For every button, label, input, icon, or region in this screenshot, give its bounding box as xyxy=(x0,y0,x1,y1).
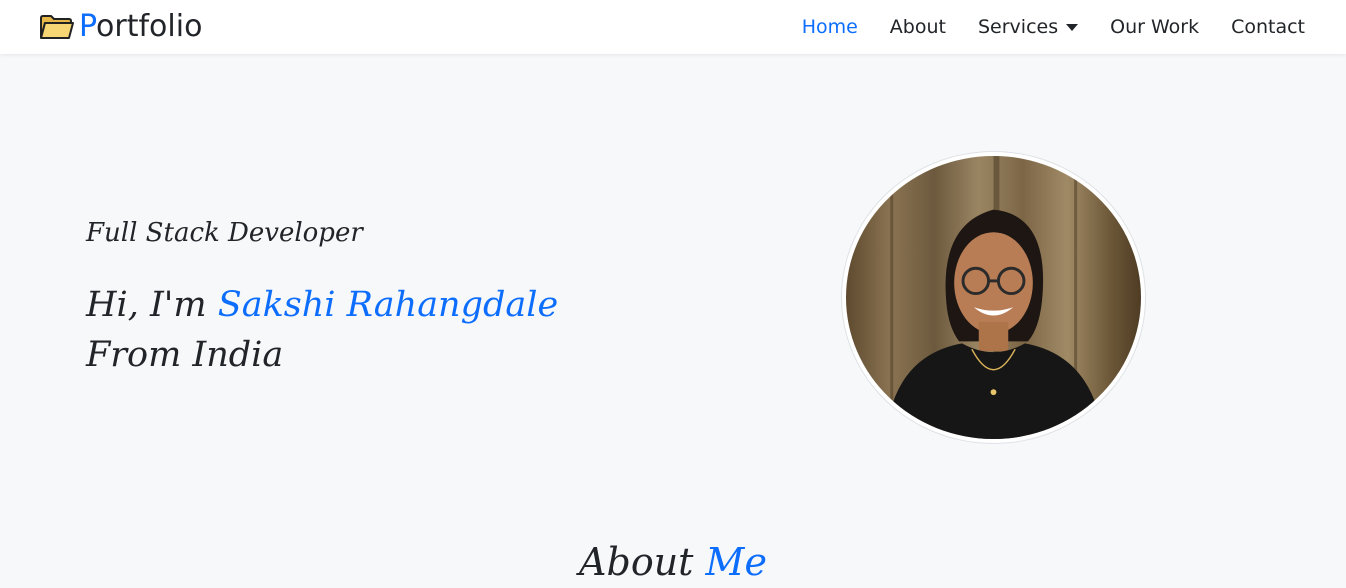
hero-title: Hi, I'm Sakshi Rahangdale From India xyxy=(86,280,558,380)
profile-photo xyxy=(846,156,1141,439)
nav-contact[interactable]: Contact xyxy=(1231,16,1305,38)
about-heading: About Me xyxy=(0,540,1346,584)
about-heading-first: About xyxy=(579,540,694,584)
about-heading-second: Me xyxy=(705,540,767,584)
nav-services-dropdown[interactable]: Services xyxy=(977,16,1079,38)
brand-text: Portfolio xyxy=(79,8,202,46)
brand-first-letter: P xyxy=(79,9,97,44)
hero-name: Sakshi Rahangdale xyxy=(217,285,559,325)
hero-greeting-line: Hi, I'm Sakshi Rahangdale xyxy=(86,280,558,330)
nav-about[interactable]: About xyxy=(890,16,946,38)
brand-logo-link[interactable]: Portfolio xyxy=(39,8,202,46)
hero-subtitle: Full Stack Developer xyxy=(86,218,363,248)
hero-location: From India xyxy=(86,335,284,375)
caret-down-icon xyxy=(1066,24,1079,31)
nav-services-label: Services xyxy=(977,16,1059,38)
nav-our-work[interactable]: Our Work xyxy=(1110,16,1199,38)
nav-menu: Home About Services Our Work Contact xyxy=(770,0,1305,54)
profile-photo-frame xyxy=(841,151,1146,444)
hero-greeting: Hi, I'm xyxy=(86,285,207,325)
folder-icon xyxy=(39,13,75,41)
brand-rest: ortfolio xyxy=(96,9,203,44)
navbar: Portfolio Home About Services Our Work C… xyxy=(0,0,1346,54)
nav-home[interactable]: Home xyxy=(802,16,858,38)
